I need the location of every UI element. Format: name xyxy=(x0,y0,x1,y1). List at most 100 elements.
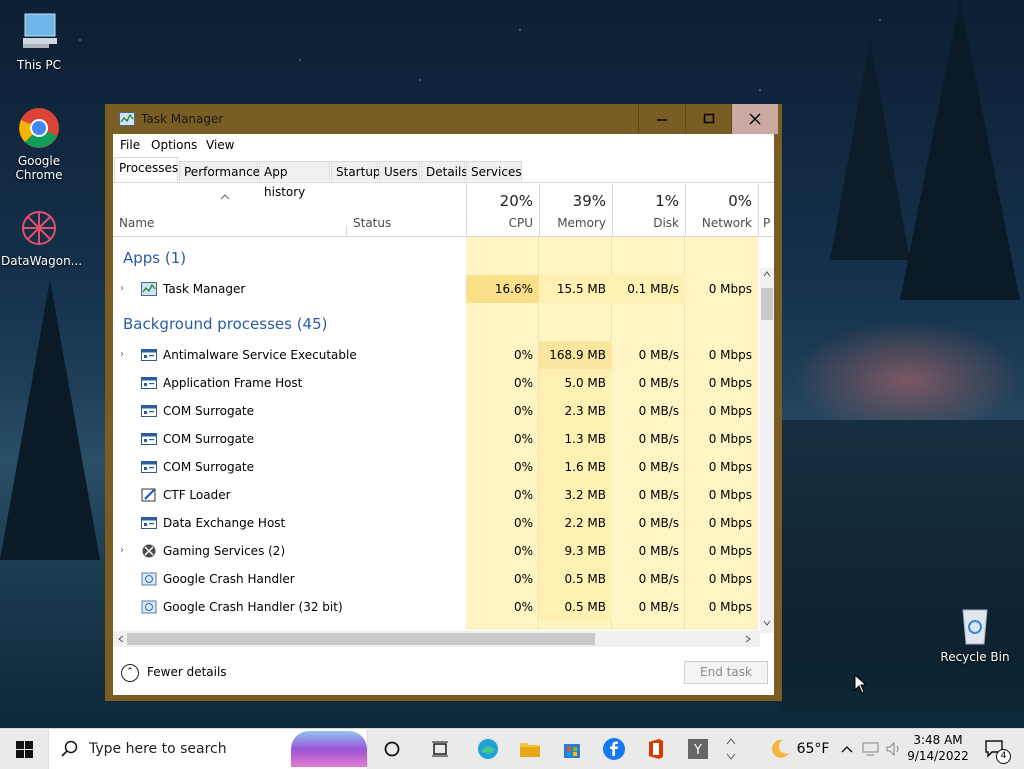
disk-value: 0 MB/s xyxy=(638,432,679,446)
scroll-right-icon[interactable] xyxy=(745,635,751,643)
table-row[interactable]: CTF Loader 0% 3.2 MB 0 MB/s 0 Mbps xyxy=(113,481,758,509)
scroll-left-icon[interactable] xyxy=(118,635,124,643)
tab-processes[interactable]: Processes xyxy=(114,157,178,182)
windows-logo-icon xyxy=(15,740,33,758)
group-header-background: Background processes (45) xyxy=(123,315,328,333)
service-window-icon xyxy=(141,405,157,417)
start-button[interactable] xyxy=(0,729,48,769)
show-hidden-icons-button[interactable] xyxy=(838,729,856,769)
table-row[interactable]: COM Surrogate 0% 2.3 MB 0 MB/s 0 Mbps xyxy=(113,397,758,425)
table-row[interactable]: › Gaming Services (2) 0% 9.3 MB 0 MB/s 0 Mbps xyxy=(113,537,758,565)
service-window-icon xyxy=(141,377,157,389)
task-manager-icon xyxy=(119,112,135,126)
cortana-icon xyxy=(384,741,400,757)
table-row[interactable]: Application Frame Host 0% 5.0 MB 0 MB/s 0 Mb… xyxy=(113,369,758,397)
cpu-value: 16.6% xyxy=(466,275,539,303)
network-value: 0 Mbps xyxy=(708,376,752,390)
table-row[interactable]: COM Surrogate 0% 1.6 MB 0 MB/s 0 Mbps xyxy=(113,453,758,481)
desktop-icon-label: Recycle Bin xyxy=(940,650,1010,664)
task-manager-window: Task Manager File Options View Processes… xyxy=(105,104,782,701)
column-cpu[interactable]: 20% CPU xyxy=(467,184,539,236)
desktop-icon-recycle-bin[interactable]: Recycle Bin xyxy=(937,602,1013,664)
menu-bar: File Options View xyxy=(113,134,774,156)
menu-file[interactable]: File xyxy=(120,138,140,152)
network-value: 0 Mbps xyxy=(708,460,752,474)
speaker-icon xyxy=(886,742,899,756)
cpu-value: 0% xyxy=(513,460,533,474)
notification-center-button[interactable]: 4 xyxy=(978,729,1012,769)
tab-app-history[interactable]: App history xyxy=(259,161,330,199)
office-button[interactable] xyxy=(636,729,676,769)
task-view-button[interactable] xyxy=(420,729,460,769)
column-memory[interactable]: 39% Memory xyxy=(540,184,612,236)
store-button[interactable] xyxy=(552,729,592,769)
scroll-up-icon[interactable] xyxy=(763,271,771,277)
weather-temperature: 65°F xyxy=(796,741,830,757)
tab-bar: Processes Performance App history Startu… xyxy=(113,156,774,199)
tab-users[interactable]: Users xyxy=(379,161,420,181)
edge-button[interactable] xyxy=(468,729,508,769)
menu-view[interactable]: View xyxy=(206,138,234,152)
window-titlebar[interactable]: Task Manager xyxy=(105,104,782,134)
clock[interactable]: 3:48 AM 9/14/2022 xyxy=(906,732,970,764)
memory-value: 3.2 MB xyxy=(539,481,612,509)
service-window-icon xyxy=(141,433,157,445)
table-row[interactable]: › Task Manager 16.6% 15.5 MB 0.1 MB/s 0 … xyxy=(113,275,758,303)
window-client-area: File Options View Processes Performance … xyxy=(113,134,774,695)
scroll-down-icon[interactable] xyxy=(763,620,771,626)
desktop-icon-google-chrome[interactable]: Google Chrome xyxy=(1,106,77,182)
desktop-icon-datawagon[interactable]: DataWagon... xyxy=(1,206,82,268)
network-button[interactable] xyxy=(860,729,882,769)
service-window-icon xyxy=(141,349,157,361)
column-name[interactable]: Name xyxy=(113,184,346,236)
column-disk[interactable]: 1% Disk xyxy=(613,184,685,236)
chevron-right-icon[interactable]: › xyxy=(120,349,124,360)
desktop-icon-label: This PC xyxy=(17,58,61,72)
column-power[interactable]: P xyxy=(759,184,774,236)
table-row[interactable]: Google Crash Handler (32 bit) 0% 0.5 MB 0 M… xyxy=(113,593,758,621)
volume-button[interactable] xyxy=(884,729,904,769)
tab-details[interactable]: Details xyxy=(421,161,468,181)
column-network[interactable]: 0% Network xyxy=(686,184,758,236)
search-highlight-image xyxy=(291,731,367,767)
table-row[interactable]: Data Exchange Host 0% 2.2 MB 0 MB/s 0 Mbps xyxy=(113,509,758,537)
maximize-button[interactable] xyxy=(685,104,732,134)
process-name: COM Surrogate xyxy=(163,460,255,474)
group-header-apps: Apps (1) xyxy=(123,249,187,267)
disk-value: 0 MB/s xyxy=(638,488,679,502)
search-box[interactable]: Type here to search xyxy=(48,729,368,769)
table-row[interactable]: COM Surrogate 0% 1.3 MB 0 MB/s 0 Mbps xyxy=(113,425,758,453)
end-task-button[interactable]: End task xyxy=(684,661,768,684)
horizontal-scroll-thumb[interactable] xyxy=(127,633,595,645)
crash-handler-icon xyxy=(141,572,157,586)
vertical-scrollbar[interactable] xyxy=(760,268,774,633)
cortana-button[interactable] xyxy=(372,729,412,769)
menu-options[interactable]: Options xyxy=(151,138,197,152)
taskbar-overflow-scroller[interactable] xyxy=(722,729,740,769)
wallpaper-tree xyxy=(900,0,1020,300)
network-value: 0 Mbps xyxy=(708,488,752,502)
memory-value: 15.5 MB xyxy=(539,275,612,303)
yandex-app-button[interactable]: Y xyxy=(678,729,718,769)
tab-startup[interactable]: Startup xyxy=(331,161,381,181)
table-row[interactable]: Google Crash Handler 0% 0.5 MB 0 MB/s 0 Mbps xyxy=(113,565,758,593)
column-header: Name Status 20% CPU 39% Memory 1% Disk 0… xyxy=(113,184,774,237)
chevron-up-icon[interactable] xyxy=(726,737,736,745)
vertical-scroll-thumb[interactable] xyxy=(761,288,773,320)
weather-widget[interactable]: 65°F xyxy=(762,729,836,769)
table-row[interactable]: › Antimalware Service Executable 0% 168.9 M… xyxy=(113,341,758,369)
chevron-right-icon[interactable]: › xyxy=(120,283,124,294)
column-status[interactable]: Status xyxy=(347,184,466,236)
tab-services[interactable]: Services xyxy=(466,161,522,181)
facebook-button[interactable] xyxy=(594,729,634,769)
file-explorer-button[interactable] xyxy=(510,729,550,769)
chevron-down-icon[interactable] xyxy=(726,753,736,761)
memory-value: 2.2 MB xyxy=(539,509,612,537)
desktop-icon-this-pc[interactable]: This PC xyxy=(1,10,77,72)
horizontal-scrollbar[interactable] xyxy=(113,631,760,647)
close-button[interactable] xyxy=(731,104,778,134)
tab-performance[interactable]: Performance xyxy=(179,161,260,181)
chevron-right-icon[interactable]: › xyxy=(120,545,124,556)
minimize-button[interactable] xyxy=(638,104,685,134)
fewer-details-button[interactable]: ⌃ Fewer details xyxy=(121,661,227,683)
